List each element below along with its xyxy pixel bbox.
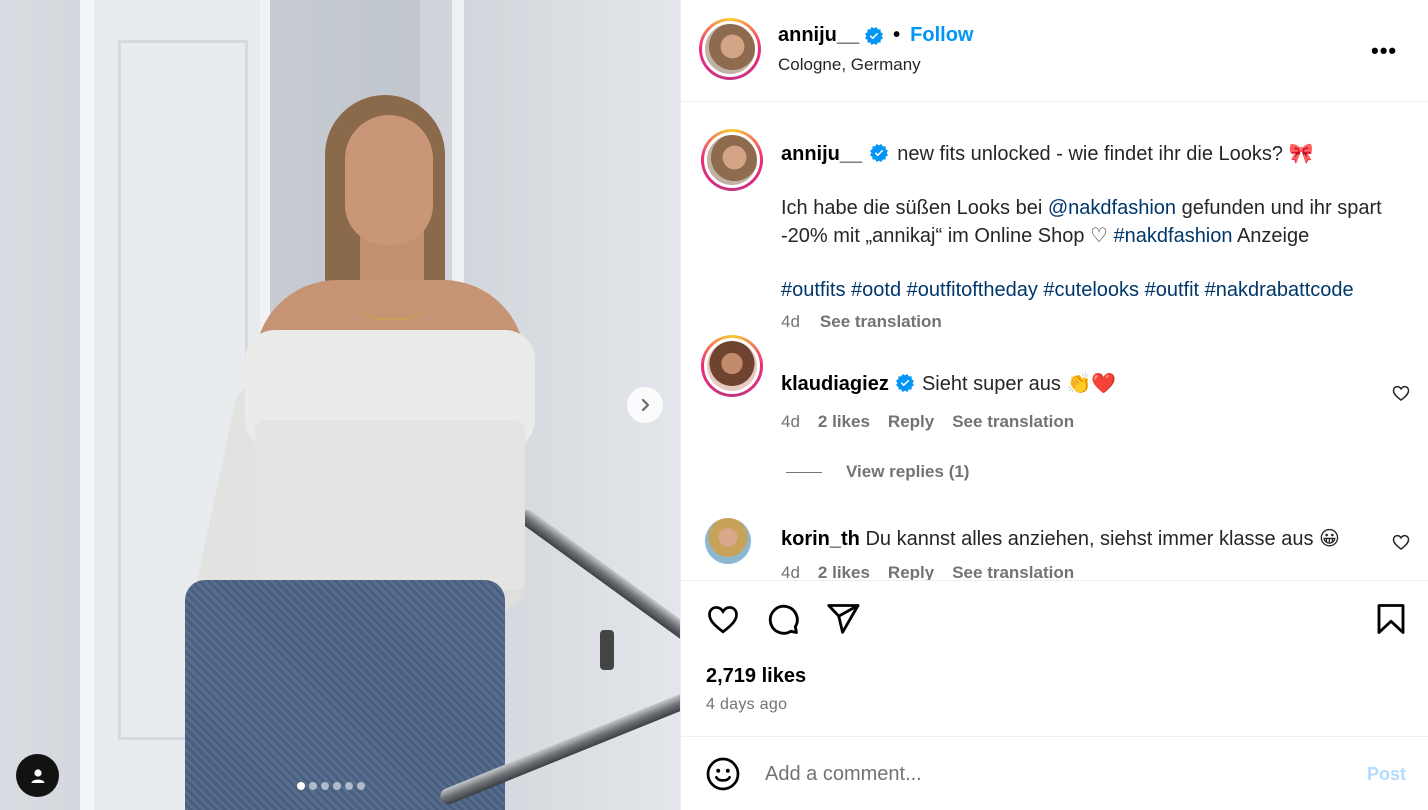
comment-time[interactable]: 4d — [781, 412, 800, 432]
comment-emoji: 😀 — [1319, 526, 1340, 550]
view-replies-label: View replies (1) — [846, 462, 970, 481]
reply-button[interactable]: Reply — [888, 412, 934, 432]
likes-count[interactable]: 2,719 likes — [706, 665, 806, 688]
like-comment-heart-icon[interactable] — [1391, 532, 1411, 552]
comment-emoji: 👏❤️ — [1066, 371, 1117, 395]
next-slide-button[interactable] — [627, 387, 663, 423]
commenter-username[interactable]: klaudiagiez — [781, 373, 889, 395]
replies-divider — [786, 471, 822, 473]
emoji-icon[interactable] — [705, 756, 741, 792]
comment-time[interactable]: 4d — [781, 563, 800, 580]
comment-composer: Post — [681, 738, 1428, 810]
carousel-dot — [345, 782, 353, 790]
carousel-dot — [321, 782, 329, 790]
comment-text: Du kannst alles anziehen, siehst immer k… — [865, 528, 1314, 550]
commenter-username[interactable]: korin_th — [781, 528, 860, 550]
verified-icon — [865, 26, 884, 45]
commenter-avatar[interactable] — [701, 335, 763, 397]
ribbon-emoji: 🎀 — [1288, 141, 1314, 165]
carousel-dot — [333, 782, 341, 790]
more-options-icon[interactable]: ••• — [1371, 38, 1397, 64]
view-replies-button[interactable]: View replies (1) — [786, 462, 969, 482]
share-icon[interactable] — [825, 601, 861, 637]
carousel-dot — [357, 782, 365, 790]
tagged-users-button[interactable] — [16, 754, 59, 797]
verified-icon — [896, 374, 915, 392]
hashtags[interactable]: #outfits #ootd #outfitoftheday #cutelook… — [781, 277, 1417, 304]
reply-button[interactable]: Reply — [888, 563, 934, 580]
follow-button[interactable]: Follow — [910, 24, 973, 47]
like-comment-heart-icon[interactable] — [1391, 383, 1411, 403]
bookmark-icon[interactable] — [1373, 601, 1409, 637]
verified-icon — [869, 144, 888, 162]
post-media[interactable] — [0, 0, 680, 810]
commenter-avatar[interactable] — [705, 518, 751, 564]
user-tag-icon — [31, 768, 44, 783]
caption-username[interactable]: anniju__ — [781, 143, 862, 165]
add-comment-input[interactable] — [765, 758, 1325, 790]
caption-line1: new fits unlocked - wie findet ihr die L… — [897, 143, 1284, 165]
caption-avatar[interactable] — [701, 129, 763, 191]
mention-link[interactable]: @nakdfashion — [1048, 197, 1176, 219]
heart-emoji: ♡ — [1090, 223, 1108, 247]
comments-list[interactable]: anniju__ new fits unlocked - wie findet … — [681, 103, 1428, 580]
carousel-dot — [309, 782, 317, 790]
comment-text: Sieht super aus — [921, 373, 1061, 395]
post-comment-button[interactable]: Post — [1367, 764, 1406, 785]
comment-likes[interactable]: 2 likes — [818, 563, 870, 580]
post-timestamp[interactable]: 4 days ago — [706, 696, 787, 714]
post-location[interactable]: Cologne, Germany — [778, 55, 921, 75]
author-avatar[interactable] — [699, 18, 761, 80]
see-translation-link[interactable]: See translation — [952, 412, 1074, 432]
chevron-right-icon — [641, 398, 650, 412]
separator-dot: • — [893, 24, 901, 46]
post-panel: anniju__ • Follow Cologne, Germany ••• a… — [680, 0, 1428, 810]
see-translation-link[interactable]: See translation — [820, 312, 942, 332]
caption-time[interactable]: 4d — [781, 312, 800, 332]
hashtag-link[interactable]: #nakdfashion — [1114, 225, 1233, 247]
like-heart-icon[interactable] — [705, 601, 741, 637]
caption-text: Ich habe die süßen Looks bei — [781, 197, 1048, 219]
caption-text: Anzeige — [1232, 225, 1310, 247]
carousel-dot — [297, 782, 305, 790]
see-translation-link[interactable]: See translation — [952, 563, 1074, 580]
comment-likes[interactable]: 2 likes — [818, 412, 870, 432]
carousel-indicator — [297, 782, 365, 790]
author-username[interactable]: anniju__ — [778, 24, 859, 47]
post-actions: 2,719 likes 4 days ago — [681, 580, 1428, 737]
post-header: anniju__ • Follow Cologne, Germany ••• — [681, 0, 1428, 102]
comment-icon[interactable] — [765, 601, 801, 637]
